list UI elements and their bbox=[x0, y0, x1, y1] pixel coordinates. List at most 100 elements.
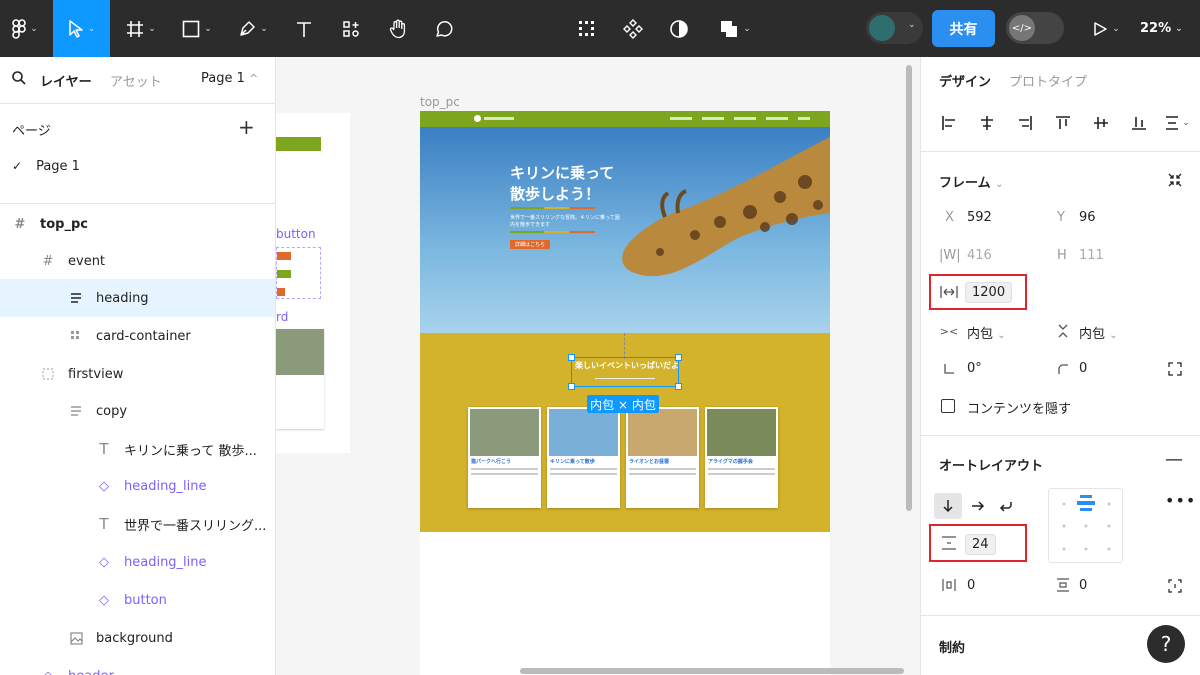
mask-button[interactable] bbox=[664, 0, 694, 57]
resize-handle[interactable] bbox=[675, 354, 682, 361]
layer-row[interactable]: ◇ heading_line bbox=[0, 467, 275, 505]
tab-design[interactable]: デザイン bbox=[939, 71, 991, 90]
share-button[interactable]: 共有 bbox=[932, 10, 995, 47]
vertical-scrollbar[interactable] bbox=[906, 65, 912, 511]
tab-prototype[interactable]: プロトタイプ bbox=[1009, 71, 1087, 90]
pen-tool-button[interactable]: ⌄ bbox=[228, 0, 278, 57]
divider bbox=[921, 435, 1200, 436]
x-input[interactable]: 592 bbox=[967, 210, 992, 225]
tab-assets[interactable]: アセット bbox=[110, 71, 162, 90]
text-tool-button[interactable] bbox=[284, 0, 324, 57]
main-menu-button[interactable]: ⌄ bbox=[0, 0, 50, 57]
layer-label: event bbox=[68, 253, 106, 269]
frame-name-label[interactable]: top_pc bbox=[420, 95, 460, 109]
frame-tool-button[interactable]: ⌄ bbox=[116, 0, 166, 57]
layer-row[interactable]: # top_pc bbox=[0, 205, 275, 243]
y-input[interactable]: 96 bbox=[1079, 210, 1096, 225]
resize-handle[interactable] bbox=[568, 383, 575, 390]
align-bottom-icon[interactable] bbox=[1129, 113, 1149, 133]
help-button[interactable]: ? bbox=[1147, 625, 1185, 663]
giraffe-illustration bbox=[622, 137, 830, 277]
card-title: アライグマの握手会 bbox=[708, 459, 753, 465]
direction-vertical-icon[interactable] bbox=[934, 493, 962, 519]
layer-row[interactable]: ◇ button bbox=[0, 581, 275, 619]
horizontal-resizing-select[interactable]: 内包 ⌄ bbox=[967, 323, 1006, 342]
align-top-icon[interactable] bbox=[1053, 113, 1073, 133]
layer-row[interactable]: T キリンに乗って 散歩... bbox=[0, 430, 275, 468]
distribute-menu-icon[interactable]: ⌄ bbox=[1161, 113, 1193, 133]
layer-row[interactable]: ◇ heading_line bbox=[0, 543, 275, 581]
layer-row[interactable]: copy bbox=[0, 392, 275, 430]
create-component-button[interactable] bbox=[618, 0, 648, 57]
hand-tool-button[interactable] bbox=[378, 0, 418, 57]
layer-row[interactable]: ◇ header bbox=[0, 657, 275, 675]
component-instance-icon: ◇ bbox=[40, 668, 56, 675]
align-vertical-center-icon[interactable] bbox=[1091, 113, 1111, 133]
layer-row[interactable]: card-container bbox=[0, 317, 275, 355]
boolean-groups-button[interactable]: ⌄ bbox=[712, 0, 758, 57]
dotted-grid-icon bbox=[579, 20, 594, 36]
vertical-resizing-select[interactable]: 内包 ⌄ bbox=[1079, 323, 1118, 342]
user-avatar-menu[interactable]: ⌄ bbox=[866, 12, 923, 44]
corner-radius-input[interactable]: 0 bbox=[1079, 361, 1087, 376]
resize-handle[interactable] bbox=[568, 354, 575, 361]
individual-padding-icon[interactable] bbox=[1165, 577, 1185, 595]
card-preview-image bbox=[276, 329, 324, 375]
horizontal-scrollbar[interactable] bbox=[520, 668, 904, 674]
rotation-input[interactable]: 0° bbox=[967, 361, 982, 376]
clip-content-checkbox[interactable] bbox=[941, 399, 955, 413]
more-options-icon[interactable]: ••• bbox=[1165, 491, 1196, 510]
alignment-grid[interactable] bbox=[1048, 488, 1123, 563]
align-right-icon[interactable] bbox=[1015, 113, 1035, 133]
chevron-down-icon: ⌄ bbox=[204, 23, 212, 34]
move-tool-button[interactable]: ⌄ bbox=[53, 0, 110, 57]
hero-title: キリンに乗って 散歩しよう！ bbox=[510, 164, 615, 203]
design-canvas[interactable]: button rd top_pc キリンに乗って 散歩しよう！ 世界で一番スリリ… bbox=[276, 57, 920, 675]
collapse-icon[interactable] bbox=[1165, 170, 1185, 190]
layer-row-selected[interactable]: heading bbox=[0, 279, 275, 317]
item-spacing-input[interactable]: 24 bbox=[965, 534, 996, 555]
button-variants-box bbox=[276, 247, 321, 299]
clip-content-label: コンテンツを隠す bbox=[967, 402, 1072, 417]
top-pc-frame[interactable]: キリンに乗って 散歩しよう！ 世界で一番スリリングな冒険。キリンに乗って園内を散… bbox=[420, 111, 830, 675]
wrap-icon[interactable] bbox=[993, 493, 1019, 519]
horizontal-padding-input[interactable]: 0 bbox=[967, 578, 975, 593]
present-button[interactable]: ⌄ bbox=[1084, 0, 1128, 57]
autolayout-section-title: オートレイアウト bbox=[939, 459, 1044, 474]
resize-handle[interactable] bbox=[675, 383, 682, 390]
layer-row[interactable]: # event bbox=[0, 242, 275, 280]
min-width-input[interactable]: 1200 bbox=[965, 282, 1013, 303]
align-left-icon[interactable] bbox=[939, 113, 959, 133]
w-input[interactable]: 416 bbox=[967, 248, 992, 263]
vertical-stack-icon bbox=[68, 290, 84, 306]
resources-button[interactable] bbox=[331, 0, 371, 57]
search-icon[interactable] bbox=[12, 71, 26, 89]
figma-logo-icon bbox=[12, 18, 27, 39]
heading-line-decoration bbox=[510, 231, 595, 233]
selection-box[interactable] bbox=[568, 354, 682, 390]
h-input[interactable]: 111 bbox=[1079, 248, 1104, 263]
tab-layers[interactable]: レイヤー bbox=[40, 71, 92, 90]
vertical-resizing-value: 内包 bbox=[1079, 327, 1106, 342]
spacing-guide bbox=[624, 333, 625, 359]
comment-tool-button[interactable] bbox=[424, 0, 464, 57]
layout-grid-button[interactable] bbox=[572, 0, 602, 57]
remove-autolayout-icon[interactable]: — bbox=[1165, 449, 1183, 470]
shape-tool-button[interactable]: ⌄ bbox=[172, 0, 222, 57]
components-grid-icon bbox=[343, 20, 359, 37]
frame-section-title[interactable]: フレーム ⌄ bbox=[939, 172, 1004, 191]
vertical-padding-input[interactable]: 0 bbox=[1079, 578, 1087, 593]
layer-row[interactable]: firstview bbox=[0, 355, 275, 393]
layer-row[interactable]: T 世界で一番スリリング... bbox=[0, 505, 275, 543]
page-item[interactable]: ✓ Page 1 bbox=[0, 147, 275, 185]
zoom-menu[interactable]: 22% ⌄ bbox=[1140, 0, 1183, 57]
text-layer-icon: T bbox=[99, 515, 109, 533]
independent-corners-icon[interactable] bbox=[1165, 360, 1185, 378]
add-page-icon[interactable]: + bbox=[238, 115, 255, 139]
align-horizontal-center-icon[interactable] bbox=[977, 113, 997, 133]
cursor-icon bbox=[68, 19, 83, 38]
page-selector[interactable]: Page 1 ^ bbox=[201, 71, 258, 86]
dev-mode-toggle[interactable]: </> bbox=[1006, 12, 1064, 44]
direction-horizontal-icon[interactable] bbox=[965, 493, 991, 519]
layer-row[interactable]: background bbox=[0, 619, 275, 657]
